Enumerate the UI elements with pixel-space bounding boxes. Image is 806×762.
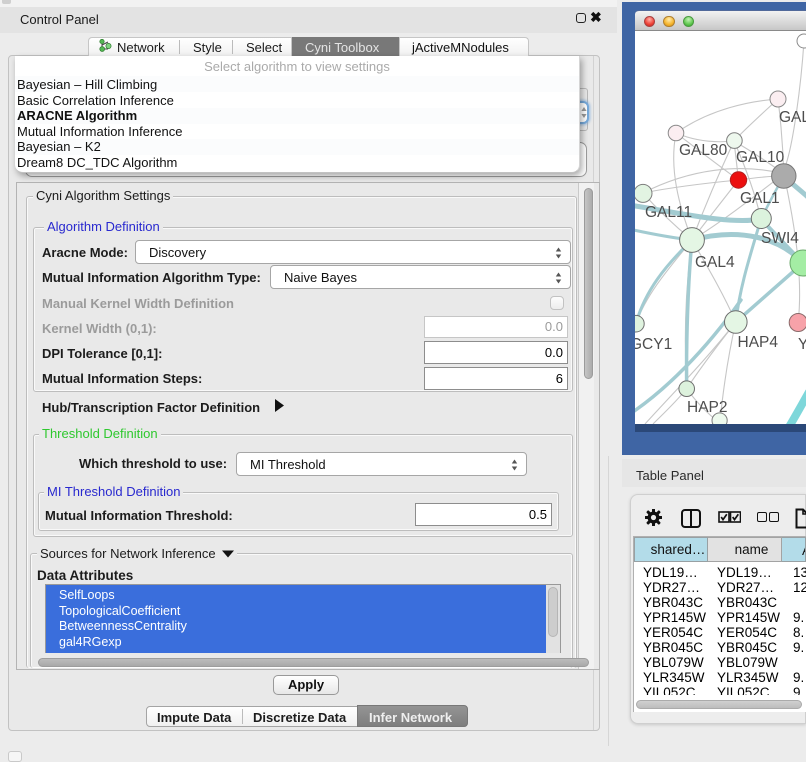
svg-text:GAL10: GAL10 <box>736 149 785 166</box>
svg-text:GAL80: GAL80 <box>679 142 728 159</box>
svg-text:GAL11: GAL11 <box>645 204 692 221</box>
svg-text:GCY1: GCY1 <box>635 336 672 353</box>
svg-text:GAL4: GAL4 <box>695 254 735 271</box>
svg-text:GAL1: GAL1 <box>740 190 780 207</box>
svg-text:GAL7: GAL7 <box>779 109 806 126</box>
svg-text:YN: YN <box>798 336 806 353</box>
svg-text:HAP4: HAP4 <box>738 334 779 351</box>
svg-text:SWI4: SWI4 <box>761 230 799 247</box>
svg-text:HAP2: HAP2 <box>687 399 728 416</box>
